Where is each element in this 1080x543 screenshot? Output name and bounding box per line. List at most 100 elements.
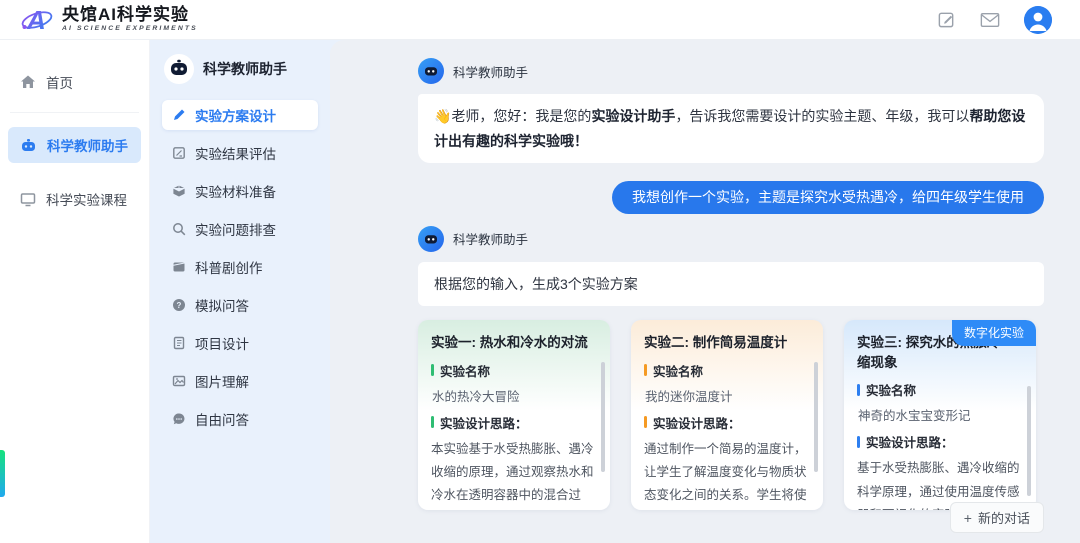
menu-item-science-drama[interactable]: 科普剧创作 <box>162 252 318 282</box>
menu-item-label: 自由问答 <box>195 413 249 428</box>
logo-mark-icon: A <box>20 5 54 35</box>
plan-idea: 本实验基于水受热膨胀、遇冷收缩的原理，通过观察热水和冷水在透明容器中的混合过程，… <box>431 441 594 503</box>
assistant-sidebar-header: 科学教师助手 <box>164 54 318 84</box>
menu-item-label: 实验材料准备 <box>195 185 276 200</box>
svg-text:?: ? <box>177 301 182 310</box>
bot-response-bubble: 根据您的输入，生成3个实验方案 <box>418 261 1044 307</box>
sidebar-item-label: 首页 <box>46 76 73 91</box>
plan-name-label: 实验名称 <box>440 364 491 379</box>
film-icon <box>172 260 186 274</box>
plan-idea-label-row: 实验设计思路： <box>857 432 1023 451</box>
menu-item-label: 项目设计 <box>195 337 249 352</box>
chat-icon <box>172 412 186 426</box>
assistant-avatar <box>164 54 194 84</box>
menu-item-experiment-design[interactable]: 实验方案设计 <box>162 100 318 130</box>
plan-name-label-row: 实验名称 <box>431 361 597 380</box>
app-logo: A 央馆AI科学实验 AI SCIENCE EXPERIMENTS <box>20 5 198 35</box>
plan-name: 水的热冷大冒险 <box>432 389 520 404</box>
accent-bar <box>857 435 860 448</box>
body-row: 首页 科学教师助手 科学实验课程 科学教师助手 实验方案设计 实验结果评估 实验… <box>0 40 1080 543</box>
menu-item-result-evaluation[interactable]: 实验结果评估 <box>162 138 318 168</box>
app-subtitle: AI SCIENCE EXPERIMENTS <box>62 25 198 33</box>
experiment-plan-cards: 实验一: 热水和冷水的对流 实验名称 水的热冷大冒险 实验设计思路： 本实验基于… <box>418 320 1044 511</box>
plan-name-label: 实验名称 <box>653 364 704 379</box>
menu-item-image-understanding[interactable]: 图片理解 <box>162 366 318 396</box>
greeting-text: 老师，您好：我是您的 <box>451 108 592 124</box>
wave-emoji: 👋 <box>434 108 452 124</box>
card-scrollbar[interactable] <box>601 362 605 473</box>
plan-title: 实验一: 热水和冷水的对流 <box>431 335 588 351</box>
header-actions <box>936 5 1052 34</box>
bot-avatar <box>418 58 444 84</box>
course-icon <box>20 192 36 207</box>
sidebar-item-label: 科学教师助手 <box>47 139 128 154</box>
user-avatar[interactable] <box>1024 5 1052 34</box>
new-chat-label: 新的对话 <box>977 511 1030 526</box>
accent-bar <box>644 416 647 429</box>
sidebar-item-teacher-assistant[interactable]: 科学教师助手 <box>8 127 141 163</box>
bot-name: 科学教师助手 <box>453 233 529 248</box>
project-icon <box>172 336 186 350</box>
card-scrollbar[interactable] <box>814 362 818 473</box>
plan-name-label-row: 实验名称 <box>644 361 810 380</box>
greeting-bold: 实验设计助手 <box>591 108 676 124</box>
plan-card-3[interactable]: 数字化实验 实验三: 探究水的热胀冷缩现象 实验名称 神奇的水宝宝变形记 实验设… <box>844 320 1036 511</box>
plus-icon: + <box>963 509 972 526</box>
new-chat-button[interactable]: + 新的对话 <box>949 502 1044 533</box>
bot-message-header: 科学教师助手 <box>418 58 1044 84</box>
menu-item-label: 实验结果评估 <box>195 147 276 162</box>
primary-sidebar: 首页 科学教师助手 科学实验课程 <box>0 40 150 543</box>
plan-idea-label: 实验设计思路： <box>866 436 954 451</box>
accent-bar <box>644 364 647 377</box>
bot-name: 科学教师助手 <box>453 65 529 80</box>
app-window: A 央馆AI科学实验 AI SCIENCE EXPERIMENTS 首页 科学教… <box>0 0 1080 543</box>
accent-bar <box>431 364 434 377</box>
menu-item-label: 图片理解 <box>195 375 249 390</box>
accent-bar <box>857 383 860 396</box>
plan-card-1[interactable]: 实验一: 热水和冷水的对流 实验名称 水的热冷大冒险 实验设计思路： 本实验基于… <box>418 320 610 511</box>
menu-item-troubleshooting[interactable]: 实验问题排查 <box>162 214 318 244</box>
menu-item-label: 实验方案设计 <box>195 109 276 124</box>
menu-item-label: 科普剧创作 <box>195 261 263 276</box>
svg-text:A: A <box>26 5 46 35</box>
plan-card-2[interactable]: 实验二: 制作简易温度计 实验名称 我的迷你温度计 实验设计思路： 通过制作一个… <box>631 320 823 511</box>
home-icon <box>20 74 36 90</box>
card-scrollbar[interactable] <box>1027 386 1031 497</box>
menu-item-project-design[interactable]: 项目设计 <box>162 328 318 358</box>
sidebar-item-courses[interactable]: 科学实验课程 <box>8 181 141 217</box>
robot-icon <box>20 138 37 153</box>
sidebar-item-label: 科学实验课程 <box>46 193 127 208</box>
accent-bar <box>431 416 434 429</box>
search-icon <box>172 222 186 236</box>
question-icon: ? <box>172 298 186 312</box>
digital-experiment-badge: 数字化实验 <box>951 320 1036 347</box>
bot-message-header: 科学教师助手 <box>418 225 1044 252</box>
plan-name: 神奇的水宝宝变形记 <box>858 409 971 424</box>
menu-item-free-qa[interactable]: 自由问答 <box>162 404 318 434</box>
plan-idea-label: 实验设计思路： <box>653 416 741 431</box>
greeting-text: ，告诉我您需要设计的实验主题、年级，我可以 <box>675 108 970 124</box>
assistant-sidebar-title: 科学教师助手 <box>203 61 287 77</box>
chat-panel: 科学教师助手 👋老师，您好：我是您的实验设计助手，告诉我您需要设计的实验主题、年… <box>330 40 1080 543</box>
logo-text: 央馆AI科学实验 AI SCIENCE EXPERIMENTS <box>62 6 198 33</box>
plan-title: 实验二: 制作简易温度计 <box>644 335 788 351</box>
box-icon <box>172 184 186 198</box>
sidebar-item-home[interactable]: 首页 <box>8 64 141 100</box>
sidebar-divider <box>10 112 139 113</box>
menu-item-simulated-qa[interactable]: ? 模拟问答 <box>162 290 318 320</box>
bot-avatar <box>418 225 444 252</box>
plan-idea: 通过制作一个简易的温度计，让学生了解温度变化与物质状态变化之间的关系。学生将使用… <box>644 441 807 503</box>
image-icon <box>172 374 186 388</box>
plan-idea-label: 实验设计思路： <box>440 416 528 431</box>
menu-item-material-preparation[interactable]: 实验材料准备 <box>162 176 318 206</box>
compose-icon[interactable] <box>936 10 956 30</box>
top-header: A 央馆AI科学实验 AI SCIENCE EXPERIMENTS <box>0 0 1080 40</box>
pen-icon <box>172 108 186 122</box>
plan-name-label-row: 实验名称 <box>857 380 1023 399</box>
clipboard-icon <box>172 146 186 160</box>
user-message-bubble: 我想创作一个实验，主题是探究水受热遇冷，给四年级学生使用 <box>612 181 1044 214</box>
mail-icon[interactable] <box>980 10 1000 30</box>
assistant-sidebar: 科学教师助手 实验方案设计 实验结果评估 实验材料准备 实验问题排查 科普剧创作… <box>150 40 330 543</box>
edge-drawer-handle[interactable] <box>0 450 5 497</box>
menu-item-label: 模拟问答 <box>195 299 249 314</box>
